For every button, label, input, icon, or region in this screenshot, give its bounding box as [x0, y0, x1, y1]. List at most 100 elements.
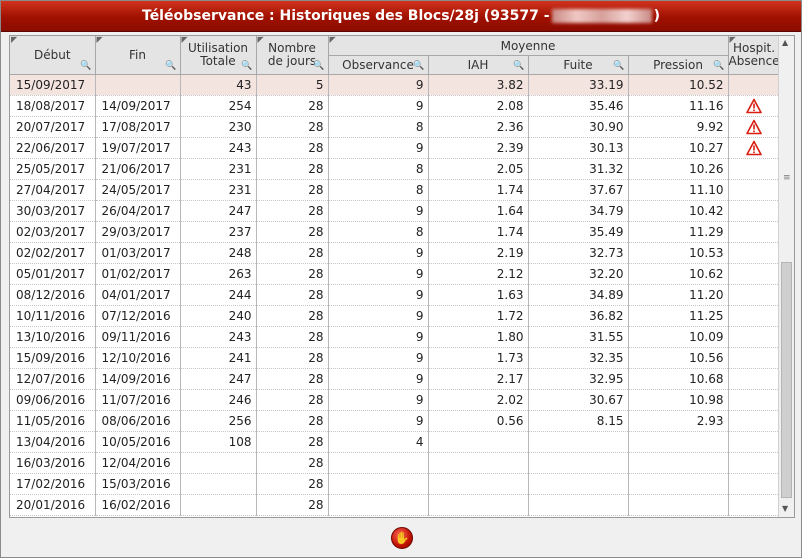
table-row[interactable]: 13/10/2016 09/11/2016 243 28 9 1.80 31.55 10.09 [10, 326, 781, 348]
cell-iah: 1.73 [428, 347, 529, 369]
cell-pression [628, 452, 729, 474]
vertical-scrollbar[interactable]: ▲ ≡ ▼ [778, 36, 794, 517]
filter-icon[interactable]: 🔍 [241, 61, 252, 71]
cell-debut: 11/05/2016 [10, 410, 96, 432]
cell-debut: 17/02/2016 [10, 473, 96, 495]
table-row[interactable]: 15/09/2016 12/10/2016 241 28 9 1.73 32.35 10.56 [10, 347, 781, 369]
cell-pression: 10.62 [628, 263, 729, 285]
cell-observance: 9 [328, 368, 429, 390]
table-row[interactable]: 09/06/2016 11/07/2016 246 28 9 2.02 30.67 10.98 [10, 389, 781, 411]
cell-fin: 09/11/2016 [95, 326, 181, 348]
cell-jours: 28 [256, 179, 329, 201]
cell-debut: 27/04/2017 [10, 179, 96, 201]
window-title-prefix: Téléobservance : Historiques des Blocs/2… [142, 8, 550, 24]
scroll-down-arrow-icon[interactable]: ▼ [782, 504, 788, 513]
cell-fuite: 35.46 [528, 95, 629, 117]
cell-hospit-absence [728, 74, 781, 96]
table-row[interactable]: 05/01/2017 01/02/2017 263 28 9 2.12 32.20 10.62 [10, 263, 781, 285]
cell-fuite: 34.89 [528, 284, 629, 306]
cell-debut: 02/03/2017 [10, 221, 96, 243]
filter-icon[interactable]: 🔍 [513, 61, 524, 71]
scroll-up-arrow-icon[interactable]: ▲ [782, 38, 788, 47]
filter-icon[interactable]: 🔍 [413, 61, 424, 71]
warning-icon [746, 140, 762, 156]
cell-utilisation: 256 [180, 410, 257, 432]
cell-hospit-absence [728, 158, 781, 180]
table-row[interactable]: 18/08/2017 14/09/2017 254 28 9 2.08 35.46 11.16 [10, 95, 781, 117]
table-row[interactable]: 08/12/2016 04/01/2017 244 28 9 1.63 34.89 11.20 [10, 284, 781, 306]
stop-hand-icon: ✋ [394, 531, 410, 545]
cell-debut: 13/10/2016 [10, 326, 96, 348]
column-header-debut[interactable]: ◤ Début 🔍 [10, 36, 96, 75]
scroll-grip-icon: ≡ [783, 173, 791, 183]
table-row[interactable]: 30/03/2017 26/04/2017 247 28 9 1.64 34.79 10.42 [10, 200, 781, 222]
column-header-pression[interactable]: Pression 🔍 [628, 55, 729, 75]
table-row[interactable]: 13/04/2016 10/05/2016 108 28 4 [10, 431, 781, 453]
cell-fin: 14/09/2017 [95, 95, 181, 117]
cell-debut: 16/03/2016 [10, 452, 96, 474]
cell-iah: 2.02 [428, 389, 529, 411]
cell-utilisation: 247 [180, 368, 257, 390]
cell-utilisation: 240 [180, 305, 257, 327]
cell-debut: 10/11/2016 [10, 305, 96, 327]
column-header-nombre-jours[interactable]: ◤ Nombre de jours 🔍 [256, 36, 329, 75]
cell-fin: 08/06/2016 [95, 410, 181, 432]
cell-pression: 10.42 [628, 200, 729, 222]
cell-pression: 10.26 [628, 158, 729, 180]
cell-fuite [528, 473, 629, 495]
table-row[interactable]: 27/04/2017 24/05/2017 231 28 8 1.74 37.67 11.10 [10, 179, 781, 201]
cell-observance: 9 [328, 95, 429, 117]
cell-observance: 4 [328, 431, 429, 453]
scrollbar-thumb[interactable] [781, 262, 792, 498]
column-header-fin[interactable]: ◤ Fin 🔍 [95, 36, 181, 75]
table-row[interactable]: 16/03/2016 12/04/2016 28 [10, 452, 781, 474]
column-header-hospit-absence[interactable]: ◤ Hospit. Absence [728, 36, 781, 75]
cell-observance: 8 [328, 158, 429, 180]
table-row[interactable]: 20/07/2017 17/08/2017 230 28 8 2.36 30.90 9.92 [10, 116, 781, 138]
filter-icon[interactable]: 🔍 [165, 61, 176, 71]
table-row[interactable]: 12/07/2016 14/09/2016 247 28 9 2.17 32.95 10.68 [10, 368, 781, 390]
cell-jours: 28 [256, 137, 329, 159]
cell-fuite: 37.67 [528, 179, 629, 201]
cell-observance: 9 [328, 326, 429, 348]
cell-iah: 3.82 [428, 74, 529, 96]
cell-fuite: 32.20 [528, 263, 629, 285]
table-row[interactable]: 10/11/2016 07/12/2016 240 28 9 1.72 36.82 11.25 [10, 305, 781, 327]
column-header-iah[interactable]: IAH 🔍 [428, 55, 529, 75]
table-row[interactable]: 11/05/2016 08/06/2016 256 28 9 0.56 8.15 2.93 [10, 410, 781, 432]
cell-observance: 9 [328, 200, 429, 222]
stop-hand-button[interactable]: ✋ [391, 527, 413, 549]
filter-icon[interactable]: 🔍 [80, 61, 91, 71]
cell-fuite: 32.73 [528, 242, 629, 264]
column-group-moyenne: ◤ Moyenne [328, 36, 729, 56]
table-row[interactable]: 02/02/2017 01/03/2017 248 28 9 2.19 32.73 10.53 [10, 242, 781, 264]
cell-pression: 11.29 [628, 221, 729, 243]
cell-fuite: 32.95 [528, 368, 629, 390]
cell-hospit-absence [728, 494, 781, 516]
cell-utilisation: 237 [180, 221, 257, 243]
cell-observance [328, 452, 429, 474]
cell-hospit-absence [728, 116, 781, 138]
table-row[interactable]: 25/05/2017 21/06/2017 231 28 8 2.05 31.32 10.26 [10, 158, 781, 180]
table-row[interactable]: 22/06/2017 19/07/2017 243 28 9 2.39 30.13 10.27 [10, 137, 781, 159]
table-row[interactable]: 17/02/2016 15/03/2016 28 [10, 473, 781, 495]
column-header-utilisation[interactable]: ◤ Utilisation Totale 🔍 [180, 36, 257, 75]
filter-icon[interactable]: 🔍 [313, 61, 324, 71]
cell-fin: 29/03/2017 [95, 221, 181, 243]
cell-debut: 20/01/2016 [10, 494, 96, 516]
cell-pression [628, 431, 729, 453]
cell-observance [328, 473, 429, 495]
column-header-observance[interactable]: Observance 🔍 [328, 55, 429, 75]
table-row[interactable]: 02/03/2017 29/03/2017 237 28 8 1.74 35.49 11.29 [10, 221, 781, 243]
table-row[interactable]: 20/01/2016 16/02/2016 28 [10, 494, 781, 516]
cell-fuite [528, 452, 629, 474]
cell-debut: 18/08/2017 [10, 95, 96, 117]
filter-icon[interactable]: 🔍 [613, 61, 624, 71]
table-row[interactable]: 15/09/2017 43 5 9 3.82 33.19 10.52 [10, 74, 781, 96]
filter-icon[interactable]: 🔍 [713, 61, 724, 71]
cell-jours: 28 [256, 410, 329, 432]
redacted-patient-name: ██████ [551, 9, 652, 23]
column-header-fuite[interactable]: Fuite 🔍 [528, 55, 629, 75]
cell-observance [328, 494, 429, 516]
window-title-suffix: ) [653, 8, 660, 24]
